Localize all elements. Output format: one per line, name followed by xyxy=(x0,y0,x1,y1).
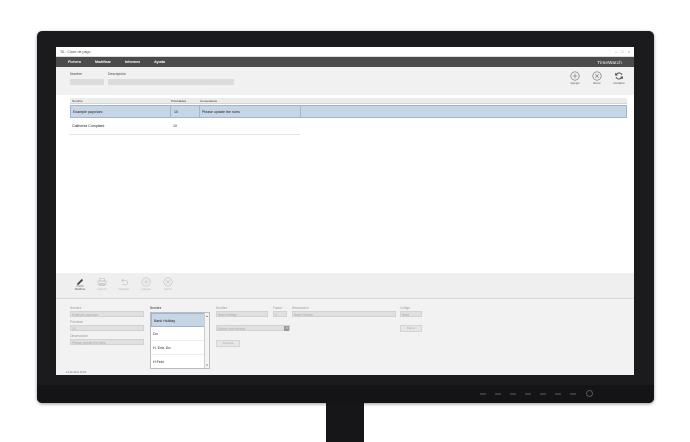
app-screen: TA - Clave de pago – □ × Fichero Modific… xyxy=(56,47,634,375)
codigo-input[interactable]: Bank xyxy=(400,311,422,317)
column-comentarios[interactable]: Comentarios xyxy=(200,99,217,103)
x-circle-icon xyxy=(592,71,602,81)
undo-icon xyxy=(119,277,129,287)
agregar-button[interactable]: Agregar xyxy=(568,71,582,85)
print-icon xyxy=(97,277,107,287)
monitor-stand xyxy=(326,403,364,442)
codigo-label: Código xyxy=(400,306,411,310)
minimize-icon[interactable]: – xyxy=(615,49,617,54)
formula-select[interactable]: Desde una fórmula ▾ xyxy=(216,325,290,331)
sub-descripcion-input[interactable]: Bank Holiday xyxy=(292,311,396,317)
cell-prioridad: 10 xyxy=(173,124,177,128)
plus-circle-icon xyxy=(141,277,151,287)
factor-label: Factor xyxy=(273,306,283,310)
formula-button[interactable]: Fórmula xyxy=(216,340,240,347)
top-actions: Agregar Borrar Actualizar xyxy=(568,71,626,85)
list-item[interactable]: H.Fest. xyxy=(151,355,209,368)
row-divider xyxy=(70,134,300,135)
table-row[interactable]: Example paycharc 10 Please update the ru… xyxy=(70,105,627,118)
sub-nombre-label: Nombre xyxy=(216,306,228,310)
brand-logo: TimeWatch xyxy=(597,59,622,65)
window-titlebar: TA - Clave de pago – □ × xyxy=(56,47,634,57)
column-prioridades[interactable]: Prioridades xyxy=(171,99,186,103)
refresh-icon xyxy=(614,71,624,81)
modificar-button[interactable]: Modificar xyxy=(72,277,88,291)
nombre-filter-input[interactable] xyxy=(70,79,104,85)
menu-fichero[interactable]: Fichero xyxy=(68,60,81,64)
monitor-buttons xyxy=(480,393,576,399)
menu-informes[interactable]: Informes xyxy=(125,60,140,64)
grid-header: Nombre Prioridades Comentarios xyxy=(70,98,627,104)
deshacer-button[interactable]: Deshacer xyxy=(116,277,132,291)
filter-header: Nombre Descripción Agregar Borrar Actual… xyxy=(56,67,634,95)
form-observacion-label: Observación xyxy=(70,334,88,338)
cell-nombre: California Compliant xyxy=(72,124,105,128)
plus-circle-icon xyxy=(570,71,580,81)
agregar-record-button[interactable]: Agregar xyxy=(138,277,154,291)
list-item[interactable]: Do xyxy=(151,327,209,341)
close-icon[interactable]: × xyxy=(628,49,630,54)
form-prioridad-input[interactable]: 10 xyxy=(70,325,144,331)
borrar-button[interactable]: Borrar xyxy=(590,71,604,85)
menu-ayuda[interactable]: Ayuda xyxy=(154,60,165,64)
window-title: TA - Clave de pago xyxy=(60,49,91,54)
descripcion-label: Descripción xyxy=(108,72,126,76)
nombre-label: Nombre xyxy=(70,72,83,76)
cell-nombre: Example paycharc xyxy=(73,110,103,114)
form-prioridad-label: Prioridad xyxy=(70,320,83,324)
column-nombre[interactable]: Nombre xyxy=(72,99,83,103)
cell-prioridad: 10 xyxy=(174,110,178,114)
form-nombre-input[interactable]: Example paycharc xyxy=(70,311,144,317)
list-nombre-label: Nombre xyxy=(150,306,162,310)
table-row[interactable]: California Compliant 10 xyxy=(70,120,627,133)
chevron-down-icon: ▾ xyxy=(284,326,289,331)
edit-icon xyxy=(75,277,85,287)
maximize-icon[interactable]: □ xyxy=(621,49,623,54)
actualizar-button[interactable]: Actualizar xyxy=(612,71,626,85)
descripcion-filter-input[interactable] xyxy=(108,79,234,85)
sub-nombre-input[interactable]: Bank Holiday xyxy=(216,311,268,317)
borrar-form-button[interactable]: Borrar xyxy=(400,325,422,332)
menu-modificar[interactable]: Modificar xyxy=(95,60,111,64)
paycode-grid: Nombre Prioridades Comentarios Example p… xyxy=(56,95,634,273)
menu-bar: Fichero Modificar Informes Ayuda TimeWat… xyxy=(56,57,634,67)
list-item[interactable]: H. Extr. Do. xyxy=(151,341,209,355)
record-toolbar: Modificar Imprimir Deshacer Agregar Cerr… xyxy=(56,273,634,299)
sub-descripcion-label: Descripción xyxy=(292,306,309,310)
imprimir-button[interactable]: Imprimir xyxy=(94,277,110,291)
cell-comentario: Please update the rules xyxy=(202,110,240,114)
scroll-up-icon[interactable]: ▴ xyxy=(205,314,209,318)
form-nombre-label: Nombre xyxy=(70,306,82,310)
power-icon xyxy=(586,390,593,397)
form-observacion-input[interactable]: Please update the rules xyxy=(70,339,144,345)
listbox-scrollbar[interactable]: ▴ ▾ xyxy=(204,313,209,368)
list-item[interactable]: Bank Holiday xyxy=(151,313,209,327)
cerrar-button[interactable]: Cerrar xyxy=(160,277,176,291)
x-circle-icon xyxy=(163,277,173,287)
factor-input[interactable]: 1 xyxy=(273,311,287,317)
scroll-down-icon[interactable]: ▾ xyxy=(205,363,209,367)
paycode-listbox[interactable]: Bank Holiday Do H. Extr. Do. H.Fest. ▴ ▾ xyxy=(150,312,210,369)
detail-form: Nombre Example paycharc Prioridad 10 Obs… xyxy=(56,299,634,375)
status-bar: 12.34.2019 15:06 xyxy=(66,371,87,374)
